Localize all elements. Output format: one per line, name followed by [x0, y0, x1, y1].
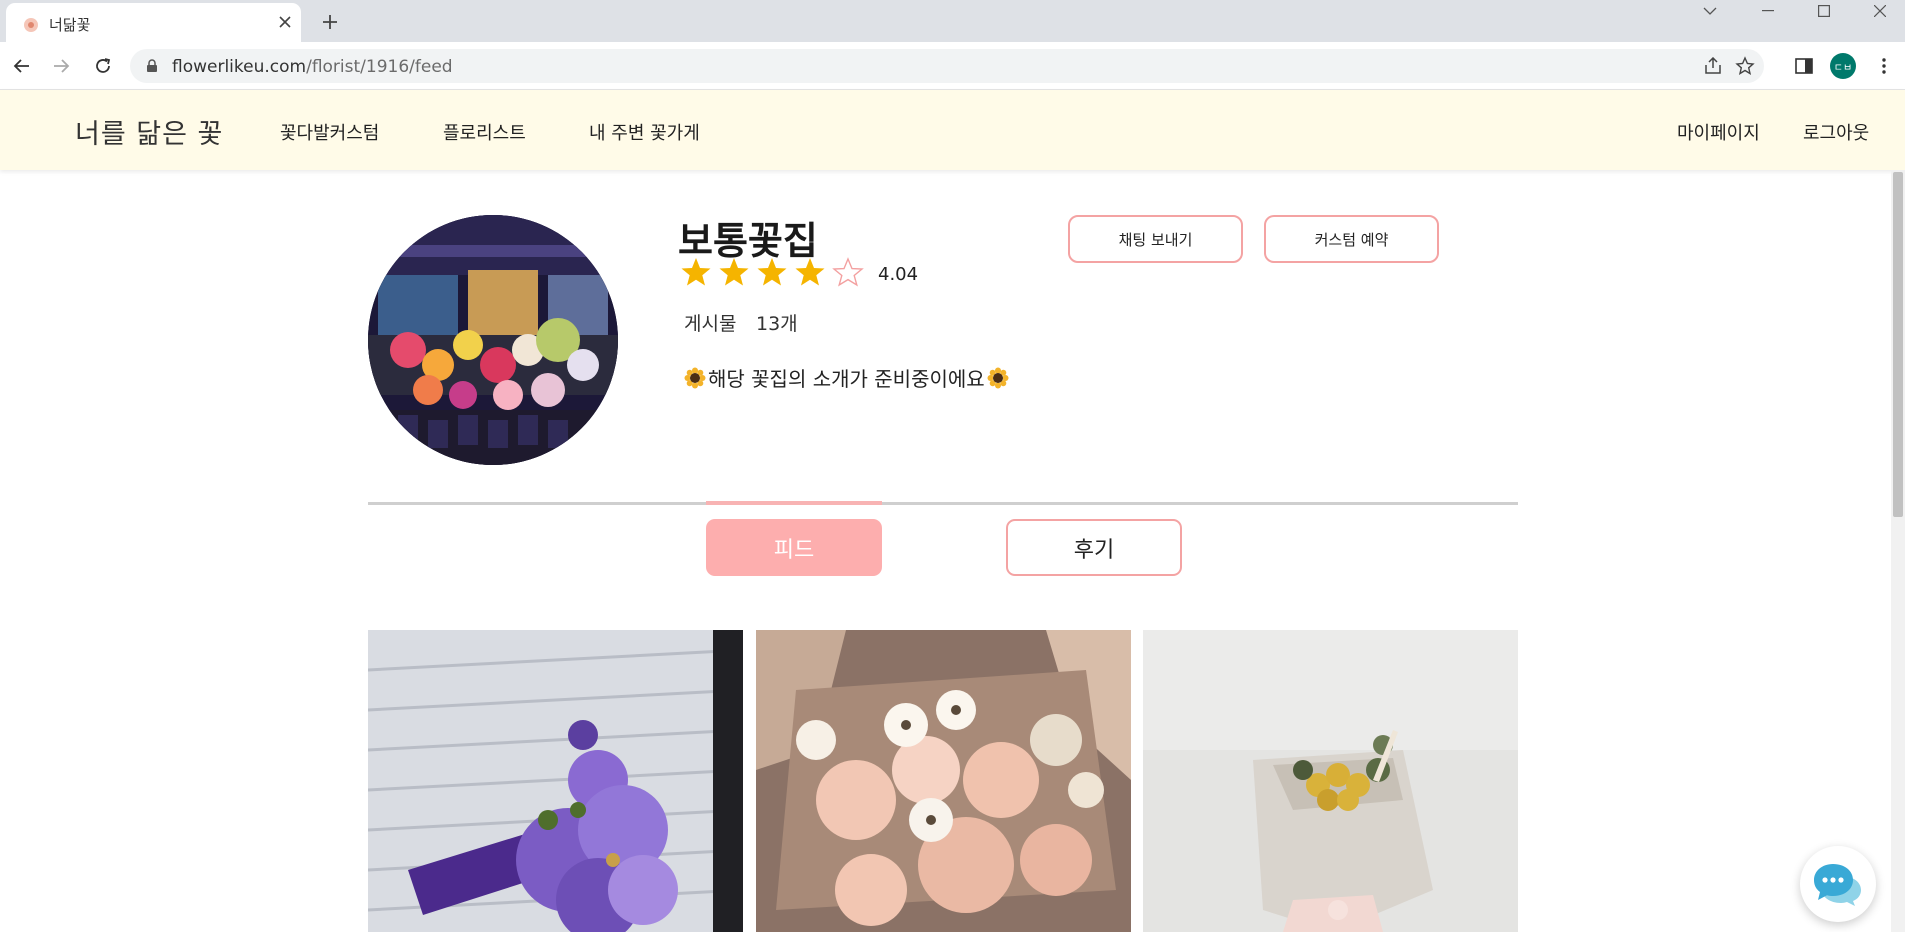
star-filled-icon — [795, 258, 825, 286]
address-bar[interactable]: flowerlikeu.com/florist/1916/feed — [130, 49, 1764, 83]
star-filled-icon — [757, 258, 787, 286]
back-icon[interactable] — [10, 54, 34, 78]
nav-florist[interactable]: 플로리스트 — [443, 119, 526, 145]
sunflower-icon — [987, 367, 1009, 388]
url-host: flowerlikeu.com — [172, 57, 307, 77]
feed-image-purple-bouquet — [368, 630, 743, 932]
lock-icon — [147, 59, 157, 72]
custom-reservation-button[interactable]: 커스텀 예약 — [1264, 215, 1439, 263]
nav-logout[interactable]: 로그아웃 — [1803, 119, 1869, 145]
profile-avatar[interactable]: ㄷㅂ — [1830, 53, 1856, 79]
posts-label: 게시물 — [684, 313, 737, 335]
scrollbar-thumb[interactable] — [1893, 172, 1903, 517]
nav-nearby-shops[interactable]: 내 주변 꽃가게 — [589, 119, 700, 145]
flower-favicon-icon — [24, 18, 38, 32]
new-tab-icon[interactable] — [320, 12, 340, 32]
side-panel-icon[interactable] — [1792, 54, 1816, 78]
chat-bubbles-icon — [1814, 864, 1861, 906]
feed-image-peach-bouquet — [756, 630, 1131, 932]
shop-profile-photo — [368, 215, 618, 465]
feed-post-3[interactable] — [1143, 630, 1518, 932]
star-empty-icon — [832, 257, 864, 287]
close-tab-icon[interactable] — [276, 13, 294, 31]
star-filled-icon — [719, 258, 749, 286]
nav-custom-bouquet[interactable]: 꽃다발커스텀 — [280, 119, 379, 145]
feed-post-1[interactable] — [368, 630, 743, 932]
tab-divider — [368, 502, 1518, 505]
chat-floating-button[interactable] — [1800, 846, 1876, 922]
close-window-icon[interactable] — [1852, 0, 1905, 22]
site-header: 너를 닮은 꽃 꽃다발커스텀 플로리스트 내 주변 꽃가게 마이페이지 로그아웃 — [0, 90, 1905, 170]
rating-stars — [680, 256, 864, 288]
url-text: flowerlikeu.com/florist/1916/feed — [172, 57, 453, 77]
browser-tab[interactable]: 너닮꽃 — [6, 3, 301, 42]
shop-intro: 해당 꽃집의 소개가 준비중이에요 — [684, 363, 1009, 392]
rating-value: 4.04 — [878, 264, 919, 285]
brand-logo[interactable]: 너를 닮은 꽃 — [75, 112, 223, 151]
tab-title: 너닮꽃 — [49, 16, 91, 34]
maximize-icon[interactable] — [1796, 0, 1852, 22]
tab-search-icon[interactable] — [1682, 0, 1738, 22]
reload-icon[interactable] — [91, 54, 115, 78]
shop-intro-text: 해당 꽃집의 소개가 준비중이에요 — [708, 367, 985, 391]
feed-image-yellow-bouquet — [1143, 630, 1518, 932]
minimize-icon[interactable] — [1740, 0, 1796, 22]
share-icon[interactable] — [1704, 57, 1724, 75]
browser-toolbar: flowerlikeu.com/florist/1916/feed ㄷㅂ — [0, 42, 1905, 90]
send-chat-button[interactable]: 채팅 보내기 — [1068, 215, 1243, 263]
posts-count: 13개 — [756, 313, 798, 335]
bookmark-star-icon[interactable] — [1735, 56, 1755, 76]
forward-icon[interactable] — [49, 54, 73, 78]
feed-post-2[interactable] — [756, 630, 1131, 932]
sunflower-icon — [684, 367, 706, 388]
nav-mypage[interactable]: 마이페이지 — [1677, 119, 1760, 145]
url-path: /florist/1916/feed — [306, 57, 453, 77]
tab-feed[interactable]: 피드 — [706, 519, 882, 576]
tab-review[interactable]: 후기 — [1006, 519, 1182, 576]
star-filled-icon — [681, 258, 711, 286]
browser-tabstrip: 너닮꽃 — [0, 0, 1905, 42]
tab-active-indicator — [706, 501, 882, 505]
browser-menu-icon[interactable] — [1872, 54, 1896, 78]
